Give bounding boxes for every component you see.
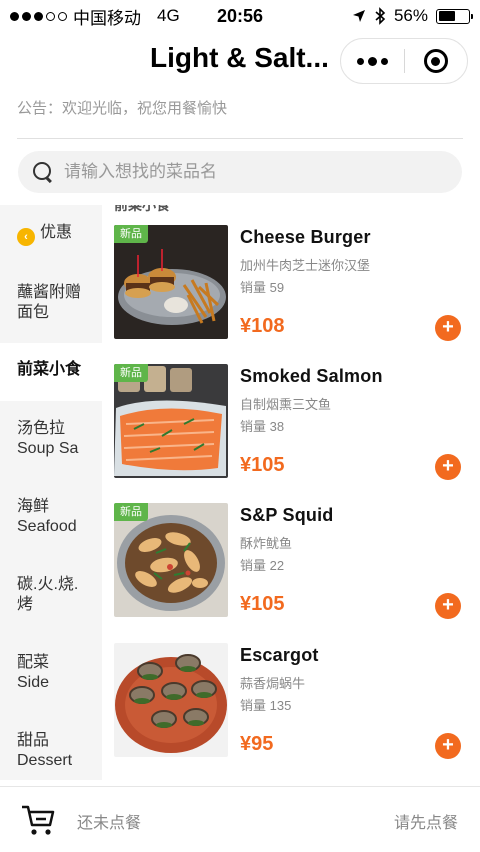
checkout-button[interactable]: 请先点餐 <box>394 809 458 833</box>
category-appetizers[interactable]: 前菜小食 <box>0 343 102 401</box>
food-image <box>114 643 228 757</box>
item-description: 自制烟熏三文鱼 <box>240 397 332 412</box>
category-label-2: 面包 <box>17 304 50 321</box>
battery-percent: 56% <box>393 6 428 25</box>
cart-bar: 还未点餐 请先点餐 <box>0 786 480 852</box>
add-to-cart-button[interactable]: + <box>435 454 461 480</box>
status-bar: 中国移动 4G 20:56 56% <box>0 0 480 32</box>
category-label-2: Seafood <box>17 518 77 535</box>
item-description: 蒜香焗蜗牛 <box>240 676 306 691</box>
item-name: Smoked Salmon <box>240 366 383 386</box>
category-dessert[interactable]: 甜品 Dessert <box>0 731 102 771</box>
menu-item-smoked-salmon[interactable]: 新品 Smoked Salmon 自制烟熏三文鱼 销量 38 ¥105 + <box>102 364 480 482</box>
close-button[interactable] <box>405 39 467 83</box>
item-sales: 销量 38 <box>240 419 285 434</box>
more-icon-dot-2 <box>381 57 388 65</box>
category-side[interactable]: 配菜 Side <box>0 653 102 693</box>
section-title: 前菜小食 <box>114 205 170 213</box>
signal-strength-icon <box>10 11 67 21</box>
category-label: 优惠 <box>40 224 73 241</box>
menu-item-cheese-burger[interactable]: 新品 Cheese Burger 加州牛肉芝士迷你汉堡 销量 59 ¥108 + <box>102 225 480 343</box>
item-name: S&P Squid <box>240 505 334 525</box>
menu-item-escargot[interactable]: Escargot 蒜香焗蜗牛 销量 135 ¥95 + <box>102 643 480 761</box>
item-name: Cheese Burger <box>240 227 371 247</box>
new-badge: 新品 <box>114 225 148 243</box>
category-label-2: Side <box>17 674 50 691</box>
search-icon <box>32 161 54 183</box>
promo-icon: ‹ <box>17 228 35 246</box>
category-label: 碳.火.烧. <box>17 576 79 593</box>
menu-list: 前菜小食 新品 Cheese Burger 加州牛肉芝士迷你汉堡 销量 59 ¥… <box>102 205 480 780</box>
item-description: 酥炸鱿鱼 <box>240 536 293 551</box>
item-price: ¥108 <box>240 315 285 337</box>
category-label: 甜品 <box>17 732 50 749</box>
category-label: 海鲜 <box>17 498 50 515</box>
announcement: 公告：欢迎光临，祝您用餐愉快 <box>17 100 228 117</box>
menu-item-sp-squid[interactable]: 新品 S&P Squid 酥炸鱿鱼 销量 22 ¥105 + <box>102 503 480 621</box>
category-label: 汤色拉 <box>17 420 66 437</box>
category-label: 前菜小食 <box>17 361 82 378</box>
item-sales: 销量 135 <box>240 698 292 713</box>
category-label-2: Soup Sa <box>17 440 79 457</box>
item-description: 加州牛肉芝士迷你汉堡 <box>240 258 371 273</box>
add-to-cart-button[interactable]: + <box>435 733 461 759</box>
location-arrow-icon <box>352 10 365 22</box>
miniprogram-capsule <box>340 38 468 84</box>
category-grill[interactable]: 碳.火.烧. 烤 <box>0 575 102 615</box>
bluetooth-icon <box>375 7 386 25</box>
page-title: Light & Salt... <box>150 42 329 73</box>
category-sauce-bread[interactable]: 蘸酱附赠 面包 <box>0 283 102 323</box>
item-price: ¥105 <box>240 454 285 476</box>
category-soup-salad[interactable]: 汤色拉 Soup Sa <box>0 419 102 459</box>
add-to-cart-button[interactable]: + <box>435 593 461 619</box>
nav-bar: Light & Salt... <box>0 32 480 88</box>
item-sales: 销量 22 <box>240 558 285 573</box>
network-type: 4G <box>157 6 180 25</box>
more-button[interactable] <box>341 39 404 83</box>
category-label: 蘸酱附赠 <box>17 284 82 301</box>
battery-fill <box>438 11 455 21</box>
new-badge: 新品 <box>114 364 148 382</box>
new-badge: 新品 <box>114 503 148 521</box>
add-to-cart-button[interactable]: + <box>435 315 461 341</box>
carrier-name: 中国移动 <box>73 8 141 28</box>
category-label-2: 烤 <box>17 596 34 613</box>
divider <box>17 138 463 139</box>
close-miniprogram-icon <box>423 49 448 73</box>
item-price: ¥95 <box>240 733 274 755</box>
battery-icon <box>436 8 473 24</box>
category-label-2: Dessert <box>17 752 73 769</box>
cart-icon[interactable] <box>20 803 56 837</box>
cart-status: 还未点餐 <box>77 815 142 832</box>
more-icon <box>357 57 364 65</box>
category-label: 配菜 <box>17 654 50 671</box>
item-price: ¥105 <box>240 593 285 615</box>
search-input[interactable] <box>64 162 444 182</box>
item-sales: 销量 59 <box>240 280 285 295</box>
item-name: Escargot <box>240 645 319 665</box>
search-bar[interactable] <box>18 151 462 193</box>
category-seafood[interactable]: 海鲜 Seafood <box>0 497 102 537</box>
category-promo[interactable]: ‹ 优惠 <box>0 223 102 246</box>
more-icon-dot <box>368 56 377 66</box>
category-sidebar: ‹ 优惠 蘸酱附赠 面包 前菜小食 汤色拉 Soup Sa 海鲜 Seafood … <box>0 205 102 780</box>
